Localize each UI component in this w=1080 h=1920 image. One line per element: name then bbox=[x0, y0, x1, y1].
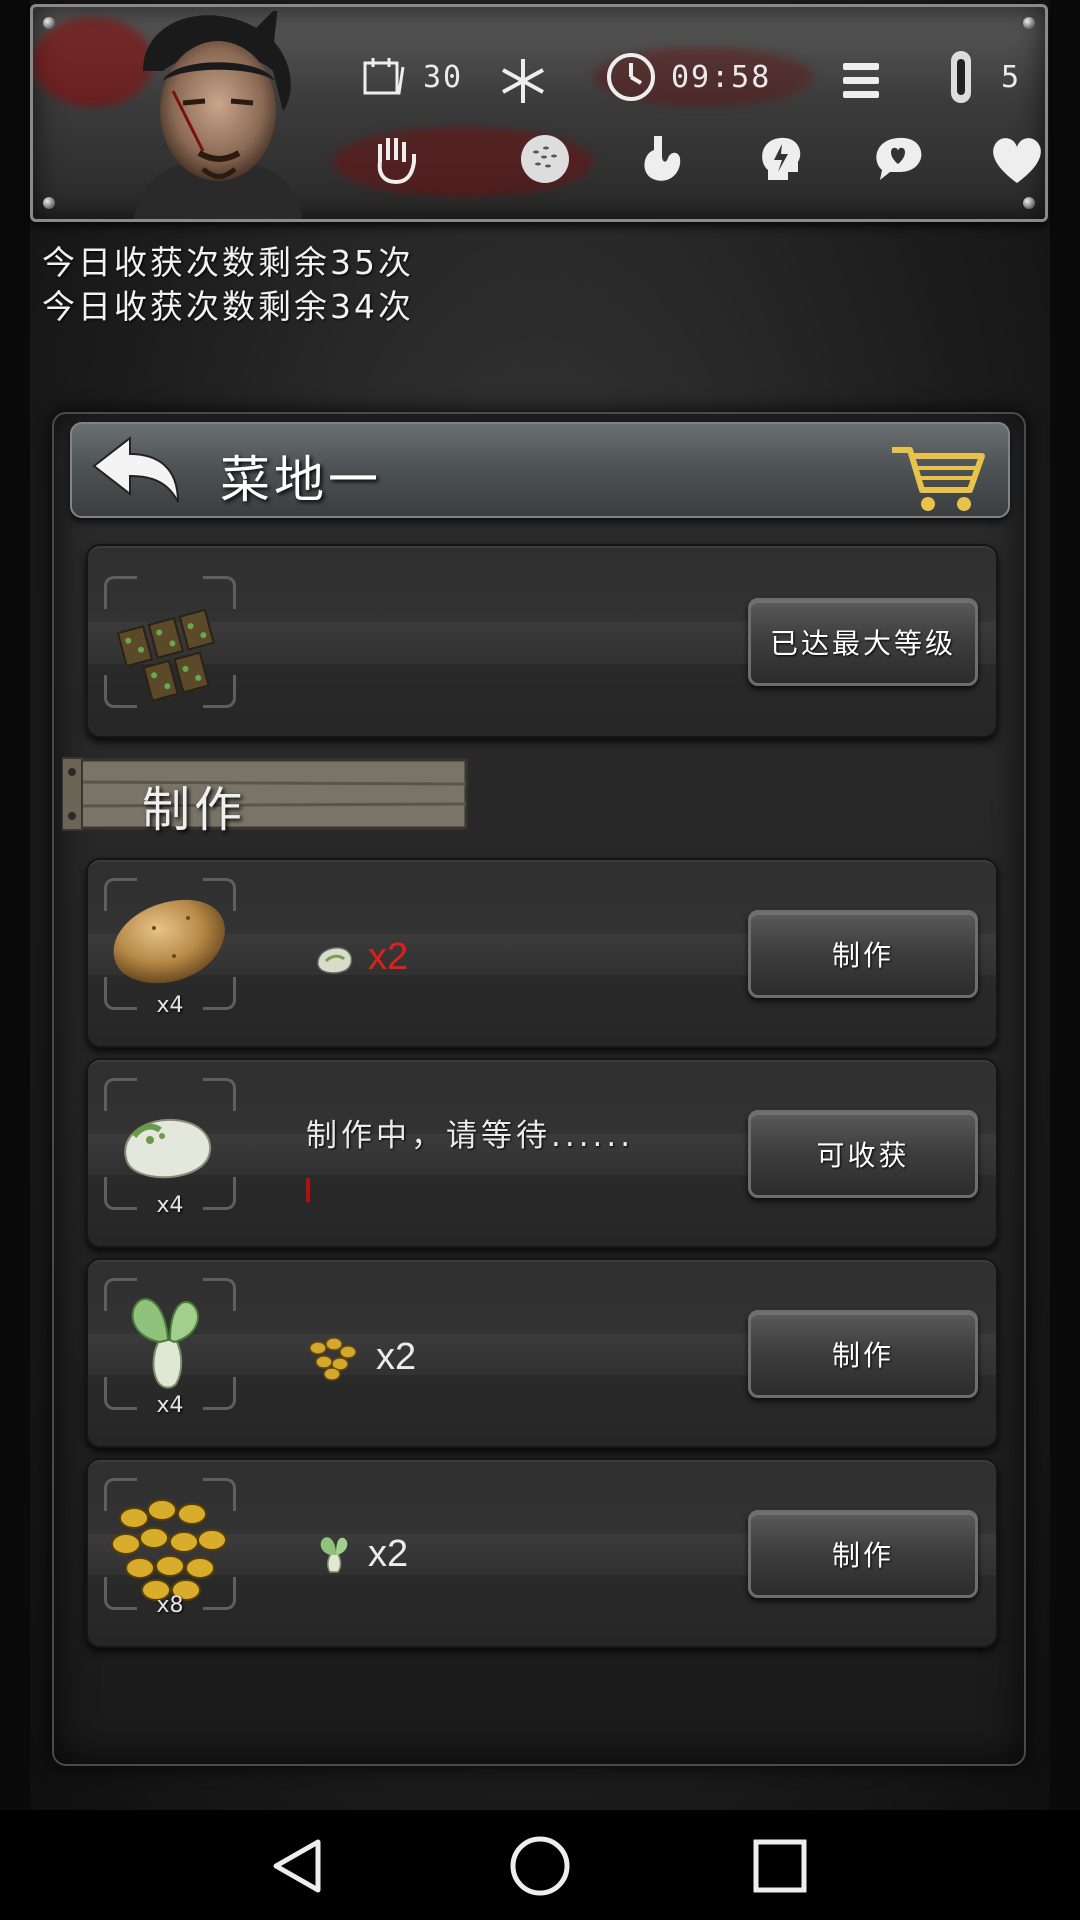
make-button[interactable]: 制作 bbox=[748, 1310, 978, 1398]
vegetable-plot-icon bbox=[116, 608, 215, 702]
clock-icon bbox=[603, 49, 659, 105]
make-button[interactable]: 制作 bbox=[748, 1510, 978, 1598]
cart-icon bbox=[892, 447, 985, 511]
harvest-message-2: 今日收获次数剩余34次 bbox=[42, 287, 414, 326]
max-level-button[interactable]: 已达最大等级 bbox=[748, 598, 978, 686]
time-value: 09:58 bbox=[671, 59, 772, 95]
hand-icon[interactable] bbox=[363, 127, 427, 191]
rice-icon[interactable] bbox=[513, 127, 577, 191]
section-title: 制作 bbox=[142, 782, 247, 838]
recipe-cost: x2 bbox=[314, 936, 408, 979]
crafting-status-text: 制作中，请等待...... bbox=[306, 1118, 635, 1154]
mind-energy-icon[interactable] bbox=[749, 127, 813, 191]
temperature-indicator: 5 bbox=[933, 49, 1021, 105]
recipe-output-qty: x4 bbox=[156, 1193, 184, 1218]
recipe-card-dumpling: x4 制作中，请等待...... 可收获 bbox=[86, 1058, 998, 1248]
bok-choy-icon bbox=[131, 1298, 199, 1389]
recipe-output-slot: x4 bbox=[104, 878, 236, 1018]
panel-header: 菜地一 bbox=[70, 422, 1010, 518]
day-counter: 30 bbox=[355, 49, 463, 105]
status-bar: 30 09:58 5 bbox=[30, 4, 1048, 222]
back-button[interactable] bbox=[86, 432, 186, 512]
make-button[interactable]: 制作 bbox=[748, 910, 978, 998]
beans-icon bbox=[111, 1499, 227, 1601]
steamed-bun-icon bbox=[317, 946, 353, 974]
android-navigation-bar bbox=[0, 1810, 1080, 1920]
beans-icon bbox=[309, 1337, 357, 1381]
recipe-cost-qty: x2 bbox=[376, 1335, 417, 1378]
section-header-plank bbox=[62, 757, 468, 831]
harvest-message-1: 今日收获次数剩余35次 bbox=[42, 243, 414, 282]
progress-mark bbox=[306, 1178, 310, 1202]
recipe-output-slot: x4 bbox=[104, 1278, 236, 1418]
day-value: 30 bbox=[423, 59, 464, 95]
dumpling-icon bbox=[124, 1118, 212, 1179]
frame-left bbox=[0, 0, 30, 1810]
vegetable-plot-panel: 菜地一 已达最大等级 制作 x4 x2 制作 x4 制作中，请等待...... … bbox=[52, 412, 1026, 1766]
recipe-card-beans: x8 x2 制作 bbox=[86, 1458, 998, 1648]
back-arrow-icon bbox=[92, 435, 179, 503]
bok-choy-icon bbox=[320, 1537, 348, 1573]
health-heart-icon[interactable] bbox=[985, 127, 1045, 191]
snowflake-icon[interactable] bbox=[491, 49, 555, 113]
facility-card: 已达最大等级 bbox=[86, 544, 998, 738]
nav-back-icon[interactable] bbox=[266, 1834, 330, 1898]
frame-right bbox=[1050, 0, 1080, 1810]
nav-home-icon[interactable] bbox=[508, 1834, 572, 1898]
calendar-icon bbox=[355, 49, 411, 105]
recipe-cost-qty: x2 bbox=[368, 1532, 409, 1575]
nav-recents-icon[interactable] bbox=[748, 1834, 812, 1898]
potato-icon bbox=[113, 899, 225, 984]
recipe-cost: x2 bbox=[314, 1532, 408, 1576]
panel-title: 菜地一 bbox=[220, 451, 382, 509]
game-clock: 09:58 bbox=[603, 49, 771, 105]
recipe-output-slot: x8 bbox=[104, 1478, 236, 1618]
thermometer-icon bbox=[933, 49, 989, 105]
harvest-button[interactable]: 可收获 bbox=[748, 1110, 978, 1198]
recipe-cost: x2 bbox=[304, 1332, 416, 1382]
shop-cart-button[interactable] bbox=[888, 432, 988, 516]
character-avatar[interactable] bbox=[103, 11, 333, 221]
recipe-card-bok-choy: x4 x2 制作 bbox=[86, 1258, 998, 1448]
recipe-output-qty: x4 bbox=[156, 1393, 184, 1418]
recipe-output-qty: x8 bbox=[156, 1593, 184, 1618]
stomach-icon[interactable] bbox=[629, 127, 693, 191]
recipe-cost-qty: x2 bbox=[368, 936, 409, 978]
mood-icon[interactable] bbox=[867, 127, 931, 191]
recipe-output-slot: x4 bbox=[104, 1078, 236, 1218]
facility-slot bbox=[104, 576, 236, 708]
temperature-value: 5 bbox=[1001, 59, 1022, 95]
recipe-output-qty: x4 bbox=[156, 993, 184, 1018]
game-screen: 30 09:58 5 今日收获次数剩余35次 今日收获次数剩余34次 菜地一 已… bbox=[0, 0, 1080, 1920]
recipe-card-potato: x4 x2 制作 bbox=[86, 858, 998, 1048]
menu-icon[interactable] bbox=[829, 49, 893, 113]
